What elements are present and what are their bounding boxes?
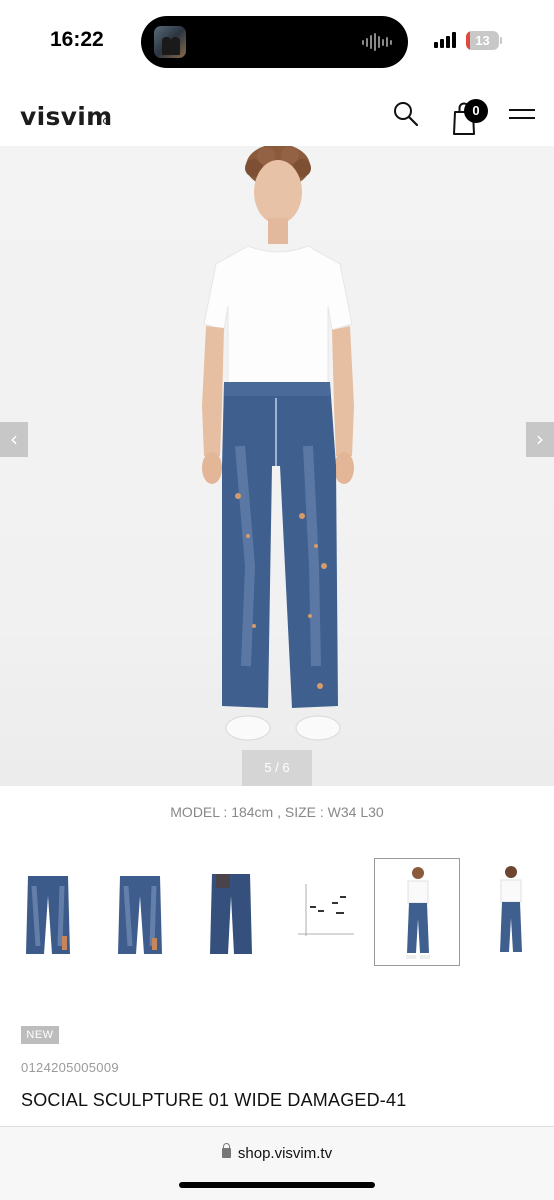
browser-url-bar[interactable]: shop.visvim.tv (0, 1126, 554, 1200)
thumbnail-strip (0, 856, 554, 970)
model-size-caption: MODEL : 184cm , SIZE : W34 L30 (170, 804, 384, 820)
audio-waveform-icon (362, 33, 392, 51)
prev-image-button[interactable]: ‹ (0, 422, 28, 457)
battery-level: 13 (475, 33, 490, 48)
battery-icon: 13 (466, 31, 502, 50)
url-display[interactable]: shop.visvim.tv (0, 1143, 554, 1162)
thumbnail-size-chart[interactable] (280, 856, 366, 966)
product-name: SOCIAL SCULPTURE 01 WIDE DAMAGED-41 (21, 1090, 407, 1110)
slide-counter: 5 / 6 (242, 750, 312, 786)
dynamic-island[interactable] (141, 16, 408, 68)
visvim-logo[interactable]: visvim (20, 102, 112, 131)
thumbnail-jeans-side[interactable] (188, 856, 274, 966)
new-badge: NEW (21, 1026, 59, 1044)
home-indicator[interactable] (179, 1182, 375, 1188)
product-code: 0124205005009 (21, 1060, 119, 1075)
url-text: shop.visvim.tv (237, 1145, 333, 1162)
next-image-button[interactable]: › (526, 422, 554, 457)
model-photo (202, 146, 354, 741)
menu-icon[interactable] (509, 109, 537, 123)
thumbnail-jeans-front[interactable] (4, 856, 90, 966)
registered-mark-icon (103, 118, 109, 124)
thumbnail-model-back[interactable] (468, 856, 554, 966)
thumbnail-model-front[interactable] (374, 858, 460, 966)
now-playing-thumbnail (154, 26, 186, 58)
lock-icon (221, 1143, 231, 1158)
cart-count-badge: 0 (464, 99, 488, 123)
status-time: 16:22 (50, 28, 104, 51)
thumbnail-jeans-back[interactable] (96, 856, 182, 966)
status-bar: 16:22 13 (0, 0, 554, 84)
product-image-gallery[interactable]: ‹ › 5 / 6 (0, 146, 554, 786)
signal-bars-icon (434, 32, 456, 48)
search-icon[interactable] (392, 100, 420, 128)
